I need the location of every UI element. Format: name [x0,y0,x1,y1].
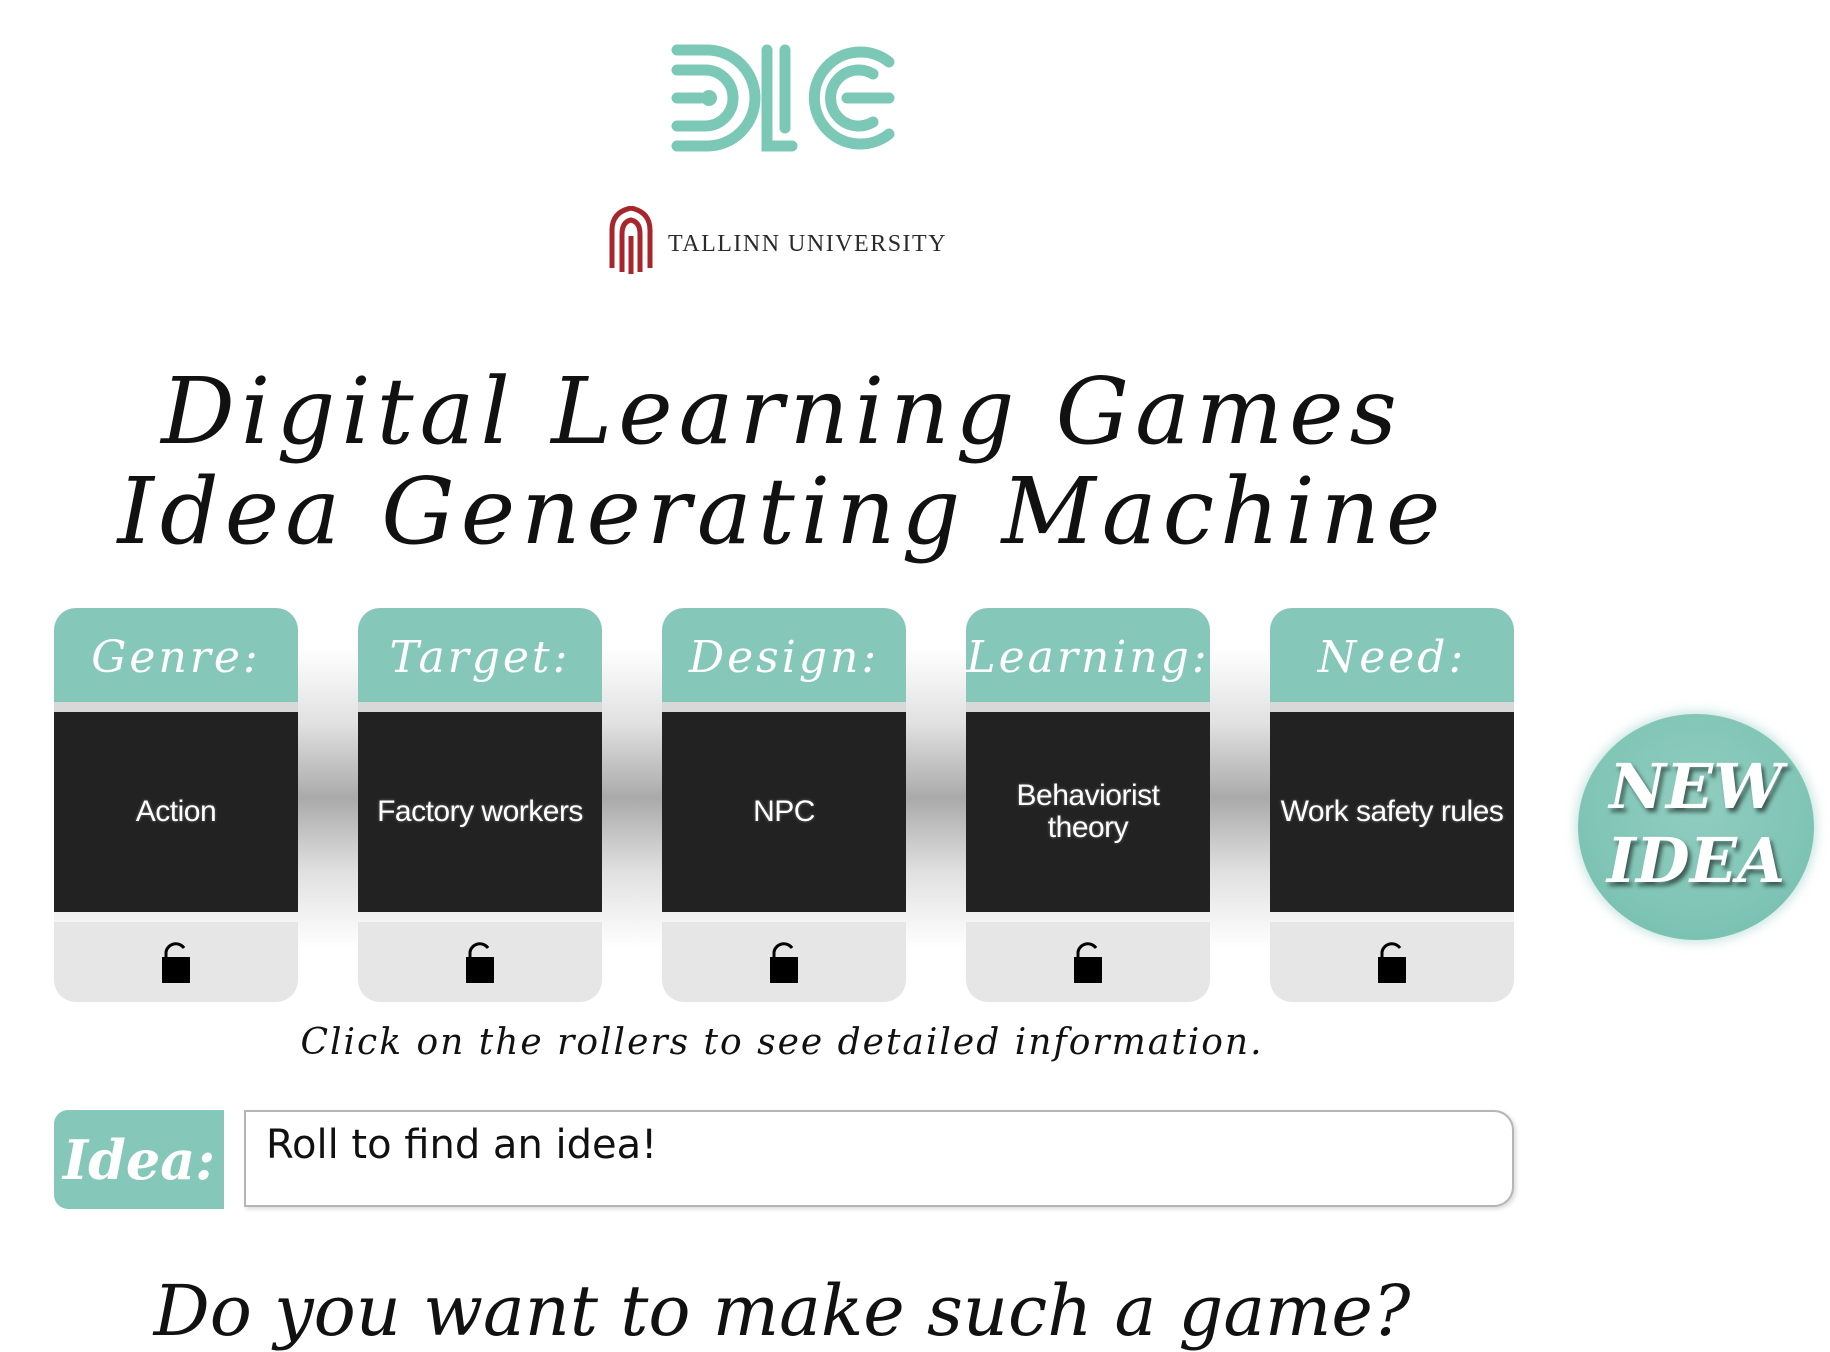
reel-header: Learning: [966,608,1210,702]
reel-window[interactable]: Work safety rules [1270,712,1514,912]
reel-divider [358,702,602,712]
reel-label: Genre: [91,632,261,683]
new-idea-line-1: NEW [1609,750,1783,823]
reel-lock-area [54,922,298,1002]
make-game-question: Do you want to make such a game? [153,1270,1411,1352]
reel-lock-area [966,922,1210,1002]
open-padlock-icon[interactable] [1376,940,1408,984]
reel-header: Need: [1270,608,1514,702]
reel-header: Design: [662,608,906,702]
reel-value: Work safety rules [1280,795,1504,828]
reel-lock-area [358,922,602,1002]
reel-genre[interactable]: Genre: Action [54,608,298,1003]
reel-value: Action [135,795,217,828]
page-title: Digital Learning Games Idea Generating M… [0,362,1564,562]
new-idea-line-2: IDEA [1606,824,1786,897]
rollers-hint: Click on the rollers to see detailed inf… [300,1022,1264,1063]
reel-label: Learning: [966,632,1210,683]
title-line-1: Digital Learning Games [161,358,1403,465]
reel-label: Target: [389,632,571,683]
reel-label: Design: [688,632,880,683]
reel-value: Behaviorist theory [1016,779,1160,844]
reel-window[interactable]: Action [54,712,298,912]
reel-window[interactable]: Factory workers [358,712,602,912]
idea-label: Idea: [62,1128,216,1192]
title-line-2: Idea Generating Machine [117,458,1447,565]
reel-lock-area [662,922,906,1002]
reel-value: Factory workers [377,795,583,828]
reel-target[interactable]: Target: Factory workers [358,608,602,1003]
reel-divider [1270,702,1514,712]
open-padlock-icon[interactable] [464,940,496,984]
reel-lock-area [1270,922,1514,1002]
reel-need[interactable]: Need: Work safety rules [1270,608,1514,1003]
tallinn-university-logo: TALLINN UNIVERSITY [608,206,947,276]
idea-label-box: Idea: [54,1110,224,1209]
reel-header: Target: [358,608,602,702]
open-padlock-icon[interactable] [768,940,800,984]
idea-output: Roll to find an idea! [244,1110,1514,1207]
reel-learning[interactable]: Learning: Behaviorist theory [966,608,1210,1003]
tallinn-university-emblem-icon [609,206,653,274]
open-padlock-icon[interactable] [160,940,192,984]
reel-window[interactable]: NPC [662,712,906,912]
new-idea-button[interactable]: NEW IDEA [1578,714,1814,940]
idea-machine: Genre: Action Target: Factory workers De… [54,608,1514,1008]
reel-value: NPC [753,795,815,828]
university-name: TALLINN UNIVERSITY [668,230,948,257]
reel-divider [966,702,1210,712]
reel-divider [662,702,906,712]
reel-header: Genre: [54,608,298,702]
dlg-logo [671,44,895,152]
open-padlock-icon[interactable] [1072,940,1104,984]
new-idea-label: NEW IDEA [1578,750,1814,898]
reel-divider [54,702,298,712]
reel-label: Need: [1317,632,1467,683]
reel-design[interactable]: Design: NPC [662,608,906,1003]
reel-window[interactable]: Behaviorist theory [966,712,1210,912]
